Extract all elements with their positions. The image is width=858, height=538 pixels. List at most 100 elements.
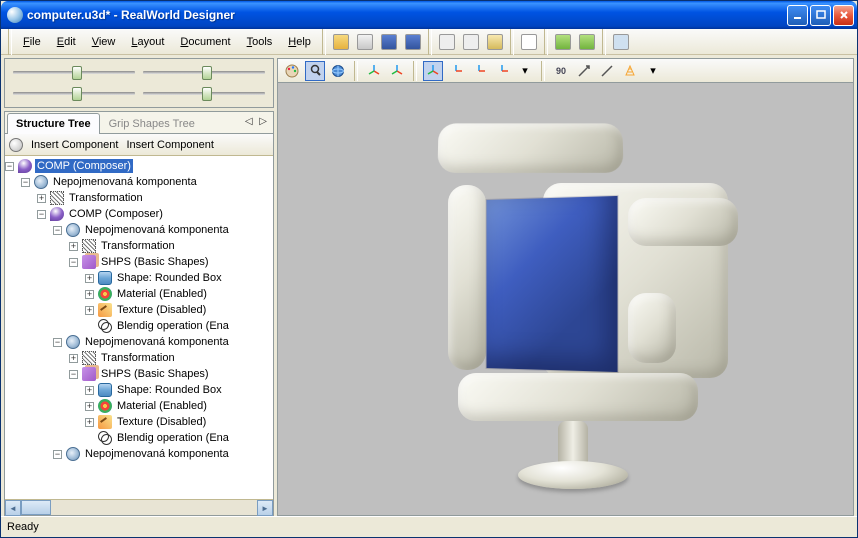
tree-shps[interactable]: SHPS (Basic Shapes): [99, 255, 211, 269]
tree-component[interactable]: Nepojmenovaná komponenta: [83, 223, 231, 237]
titlebar[interactable]: computer.u3d* - RealWorld Designer: [1, 1, 857, 29]
tree-texture[interactable]: Texture (Disabled): [115, 303, 208, 317]
status-text: Ready: [7, 521, 39, 533]
vp-axis4-icon[interactable]: [446, 61, 466, 81]
tree-root[interactable]: COMP (Composer): [35, 159, 133, 173]
app-icon: [7, 7, 23, 23]
slider-2[interactable]: [139, 62, 269, 82]
shps-icon: [82, 367, 96, 381]
copy-icon[interactable]: [463, 34, 479, 50]
saveas-icon[interactable]: [405, 34, 421, 50]
slider-4[interactable]: [139, 83, 269, 103]
texture-icon: [98, 415, 112, 429]
transform-icon: [50, 191, 64, 205]
vp-palette-icon[interactable]: [282, 61, 302, 81]
vp-dd1-icon[interactable]: ▾: [515, 61, 535, 81]
tree-component[interactable]: Nepojmenovaná komponenta: [83, 447, 231, 461]
paste-icon[interactable]: [487, 34, 503, 50]
tree-blend[interactable]: Blendig operation (Ena: [115, 319, 231, 333]
menu-document[interactable]: Document: [172, 32, 238, 52]
tab-scroll-arrows[interactable]: ◁ ▷: [245, 116, 269, 127]
viewport-panel: ▾ 90 ▾: [277, 58, 854, 516]
texture-icon: [98, 303, 112, 317]
structure-tree[interactable]: −COMP (Composer) −Nepojmenovaná komponen…: [5, 156, 273, 499]
tree-transform[interactable]: Transformation: [99, 351, 177, 365]
component-icon: [66, 223, 80, 237]
vp-cone-icon[interactable]: [620, 61, 640, 81]
vp-scale-icon[interactable]: [574, 61, 594, 81]
tab-structure-tree[interactable]: Structure Tree: [7, 113, 100, 134]
menu-file[interactable]: File: [15, 32, 49, 52]
vp-dd2-icon[interactable]: ▾: [643, 61, 663, 81]
shape-icon: [98, 271, 112, 285]
tree-shape[interactable]: Shape: Rounded Box: [115, 271, 224, 285]
tree-blend[interactable]: Blendig operation (Ena: [115, 431, 231, 445]
menu-view[interactable]: View: [84, 32, 124, 52]
slider-panel: [4, 58, 274, 108]
scroll-left-button[interactable]: ◄: [5, 500, 21, 516]
vp-axis2-icon[interactable]: [387, 61, 407, 81]
vp-scale2-icon[interactable]: [597, 61, 617, 81]
tree-composer[interactable]: COMP (Composer): [67, 207, 165, 221]
tree-shape[interactable]: Shape: Rounded Box: [115, 383, 224, 397]
menu-tools[interactable]: Tools: [239, 32, 281, 52]
material-icon: [98, 287, 112, 301]
action2-icon[interactable]: [579, 34, 595, 50]
maximize-button[interactable]: [810, 5, 831, 26]
component-icon: [66, 447, 80, 461]
vp-90-icon[interactable]: 90: [551, 61, 571, 81]
minimize-button[interactable]: [787, 5, 808, 26]
treebar-icon-1[interactable]: [9, 138, 23, 152]
vp-select-icon[interactable]: [305, 61, 325, 81]
menu-layout[interactable]: Layout: [123, 32, 172, 52]
shps-icon: [82, 255, 96, 269]
blend-icon: [98, 319, 112, 333]
3d-viewport[interactable]: [278, 83, 853, 515]
insert-component-2[interactable]: Insert Component: [126, 139, 213, 151]
viewport-toolbar: ▾ 90 ▾: [278, 59, 853, 83]
status-bar: Ready: [1, 516, 857, 537]
cut-icon[interactable]: [439, 34, 455, 50]
close-button[interactable]: [833, 5, 854, 26]
tree-transform[interactable]: Transformation: [99, 239, 177, 253]
tree-material[interactable]: Material (Enabled): [115, 399, 209, 413]
vp-axis3-icon[interactable]: [423, 61, 443, 81]
tree-transform[interactable]: Transformation: [67, 191, 145, 205]
vp-axis6-icon[interactable]: [492, 61, 512, 81]
transform-icon: [82, 351, 96, 365]
tree-hscroll[interactable]: ◄ ►: [5, 499, 273, 515]
material-icon: [98, 399, 112, 413]
slider-1[interactable]: [9, 62, 139, 82]
tree-panel: Structure Tree Grip Shapes Tree ◁ ▷ Inse…: [4, 111, 274, 516]
shape-icon: [98, 383, 112, 397]
transform-icon: [82, 239, 96, 253]
save-icon[interactable]: [381, 34, 397, 50]
menu-edit[interactable]: Edit: [49, 32, 84, 52]
tree-material[interactable]: Material (Enabled): [115, 287, 209, 301]
vp-axis5-icon[interactable]: [469, 61, 489, 81]
window-title: computer.u3d* - RealWorld Designer: [27, 8, 787, 22]
open-icon[interactable]: [333, 34, 349, 50]
doc-icon[interactable]: [521, 34, 537, 50]
composer-icon: [50, 207, 64, 221]
component-icon: [66, 335, 80, 349]
slider-3[interactable]: [9, 83, 139, 103]
menubar: File Edit View Layout Document Tools Hel…: [1, 29, 857, 55]
duplicate-icon[interactable]: [357, 34, 373, 50]
tab-grip-shapes-tree[interactable]: Grip Shapes Tree: [100, 113, 204, 134]
scroll-thumb[interactable]: [21, 500, 51, 515]
vp-globe-icon[interactable]: [328, 61, 348, 81]
composer-icon: [18, 159, 32, 173]
blend-icon: [98, 431, 112, 445]
menu-help[interactable]: Help: [280, 32, 319, 52]
component-icon: [34, 175, 48, 189]
tree-component[interactable]: Nepojmenovaná komponenta: [51, 175, 199, 189]
insert-component-1[interactable]: Insert Component: [31, 139, 118, 151]
action1-icon[interactable]: [555, 34, 571, 50]
scroll-right-button[interactable]: ►: [257, 500, 273, 516]
tree-texture[interactable]: Texture (Disabled): [115, 415, 208, 429]
tree-shps[interactable]: SHPS (Basic Shapes): [99, 367, 211, 381]
tree-component[interactable]: Nepojmenovaná komponenta: [83, 335, 231, 349]
help-icon[interactable]: [613, 34, 629, 50]
vp-axis-icon[interactable]: [364, 61, 384, 81]
